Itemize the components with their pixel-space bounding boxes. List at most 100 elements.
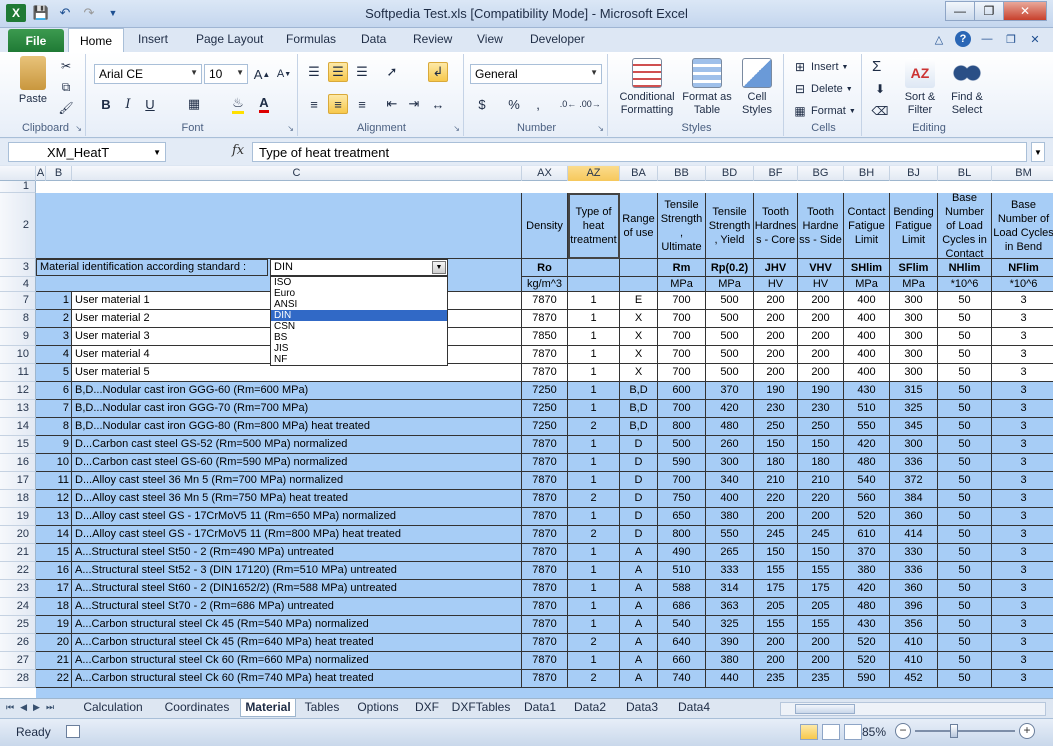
cell-bm[interactable]: 3 <box>992 544 1053 562</box>
indent-decrease-button[interactable]: ⇤ <box>382 94 402 114</box>
font-name-select[interactable]: Arial CE ▼ <box>94 64 202 84</box>
cell-bd[interactable]: 363 <box>706 598 754 616</box>
tab-insert[interactable]: Insert <box>138 32 168 46</box>
cell-bf[interactable]: 210 <box>754 472 798 490</box>
cell-az[interactable]: 2 <box>568 490 620 508</box>
cell-bl[interactable]: 50 <box>938 382 992 400</box>
tab-home[interactable]: Home <box>68 28 124 53</box>
header-bb[interactable]: Tensile Strength , Ultimate <box>658 193 706 259</box>
cell-ax[interactable]: 7870 <box>522 652 568 670</box>
column-header-bm[interactable]: BM <box>992 166 1053 181</box>
row-index-cell[interactable]: 8 <box>36 418 72 436</box>
row-header-1[interactable]: 1 <box>0 181 36 193</box>
cell-ba[interactable]: A <box>620 634 658 652</box>
cell-bb[interactable]: 800 <box>658 418 706 436</box>
first-sheet-icon[interactable]: ⏮ <box>6 702 14 713</box>
row-header-19[interactable]: 19 <box>0 508 36 526</box>
cell-ba[interactable]: A <box>620 580 658 598</box>
wrap-text-button[interactable]: ↲ <box>428 62 448 82</box>
cell-az[interactable]: 1 <box>568 436 620 454</box>
cell-bh[interactable]: 430 <box>844 616 890 634</box>
cell-bh[interactable]: 520 <box>844 508 890 526</box>
name-box[interactable]: XM_HeatT ▼ <box>8 142 166 162</box>
cell-bm[interactable]: 3 <box>992 670 1053 688</box>
cell-ba[interactable]: A <box>620 616 658 634</box>
material-name-cell[interactable]: A...Structural steel St52 - 3 (DIN 17120… <box>72 562 522 580</box>
sheet-tab-options[interactable]: Options <box>348 699 408 717</box>
cell-bf[interactable]: 200 <box>754 328 798 346</box>
header-bm[interactable]: Base Number of Load Cycles in Bend <box>992 193 1053 259</box>
column-header-b[interactable]: B <box>46 166 72 181</box>
cell-ba[interactable]: D <box>620 472 658 490</box>
last-sheet-icon[interactable]: ⏭ <box>46 702 54 713</box>
cell-bm[interactable]: 3 <box>992 526 1053 544</box>
material-name-cell[interactable]: A...Structural steel St50 - 2 (Rm=490 MP… <box>72 544 522 562</box>
row-index-cell[interactable]: 5 <box>36 364 72 382</box>
material-name-cell[interactable]: B,D...Nodular cast iron GGG-70 (Rm=700 M… <box>72 400 522 418</box>
material-name-cell[interactable]: A...Carbon structural steel Ck 60 (Rm=74… <box>72 670 522 688</box>
sheet-tab-calculation[interactable]: Calculation <box>72 699 154 717</box>
cell-bf[interactable]: 220 <box>754 490 798 508</box>
page-break-view-button[interactable] <box>844 724 862 740</box>
cell-bj[interactable]: 315 <box>890 382 938 400</box>
find-select-button[interactable]: Find & Select <box>944 58 990 117</box>
row-header-2[interactable]: 2 <box>0 193 36 259</box>
cell-bh[interactable]: 540 <box>844 472 890 490</box>
cell-bh[interactable]: 420 <box>844 580 890 598</box>
cell-bh[interactable]: 510 <box>844 400 890 418</box>
row-index-cell[interactable]: 11 <box>36 472 72 490</box>
cell-ba[interactable]: B,D <box>620 382 658 400</box>
autosum-button[interactable]: Σ <box>872 58 881 75</box>
cell-ax[interactable]: 7870 <box>522 634 568 652</box>
currency-button[interactable]: $ <box>472 94 492 114</box>
insert-function-button[interactable]: fx <box>232 143 244 158</box>
row-index-cell[interactable]: 20 <box>36 634 72 652</box>
cell-bb[interactable]: 800 <box>658 526 706 544</box>
cell-ba[interactable]: B,D <box>620 418 658 436</box>
cell-bl[interactable]: 50 <box>938 310 992 328</box>
sheet-tab-dxf[interactable]: DXF <box>408 699 446 717</box>
cell-bb[interactable]: 660 <box>658 652 706 670</box>
cell-bl[interactable]: 50 <box>938 580 992 598</box>
cell-bh[interactable]: 480 <box>844 598 890 616</box>
cell-bd[interactable]: 500 <box>706 346 754 364</box>
cell-bh[interactable]: 370 <box>844 544 890 562</box>
cell-bf[interactable]: 200 <box>754 310 798 328</box>
cell-bf[interactable]: 200 <box>754 652 798 670</box>
cell-bg[interactable]: 230 <box>798 400 844 418</box>
bold-button[interactable]: B <box>96 94 116 114</box>
material-name-cell[interactable]: A...Structural steel St60 - 2 (DIN1652/2… <box>72 580 522 598</box>
row-index-cell[interactable]: 22 <box>36 670 72 688</box>
cell-ba[interactable]: A <box>620 670 658 688</box>
sheet-tab-dxftables[interactable]: DXFTables <box>446 699 516 717</box>
cell-bm[interactable]: 3 <box>992 310 1053 328</box>
cell-az[interactable]: 2 <box>568 670 620 688</box>
zoom-slider-thumb[interactable] <box>950 724 958 738</box>
cell-bh[interactable]: 400 <box>844 346 890 364</box>
sheet-tab-material[interactable]: Material <box>240 699 296 717</box>
cell-ax[interactable]: 7870 <box>522 292 568 310</box>
cell-ax[interactable]: 7870 <box>522 544 568 562</box>
help-icon[interactable]: ? <box>955 31 971 47</box>
material-standard-option[interactable]: Euro <box>271 288 447 299</box>
column-header-bl[interactable]: BL <box>938 166 992 181</box>
sheet-tab-data3[interactable]: Data3 <box>616 699 668 717</box>
cell-bg[interactable]: 200 <box>798 508 844 526</box>
cell-bg[interactable]: 220 <box>798 490 844 508</box>
cell-bg[interactable]: 155 <box>798 616 844 634</box>
row-header-16[interactable]: 16 <box>0 454 36 472</box>
cell-bd[interactable]: 265 <box>706 544 754 562</box>
row-header-4[interactable]: 4 <box>0 277 36 292</box>
header-bh[interactable]: Contact Fatigue Limit <box>844 193 890 259</box>
row-index-cell[interactable]: 3 <box>36 328 72 346</box>
cell-bm[interactable]: 3 <box>992 400 1053 418</box>
next-sheet-icon[interactable]: ▶ <box>33 702 40 713</box>
row-header-13[interactable]: 13 <box>0 400 36 418</box>
horizontal-scrollbar[interactable] <box>780 702 1046 716</box>
zoom-slider[interactable] <box>915 730 1015 732</box>
cell-bm[interactable]: 3 <box>992 454 1053 472</box>
row-index-cell[interactable]: 14 <box>36 526 72 544</box>
row-index-cell[interactable]: 12 <box>36 490 72 508</box>
cell-az[interactable]: 1 <box>568 616 620 634</box>
material-standard-option[interactable]: ANSI <box>271 299 447 310</box>
